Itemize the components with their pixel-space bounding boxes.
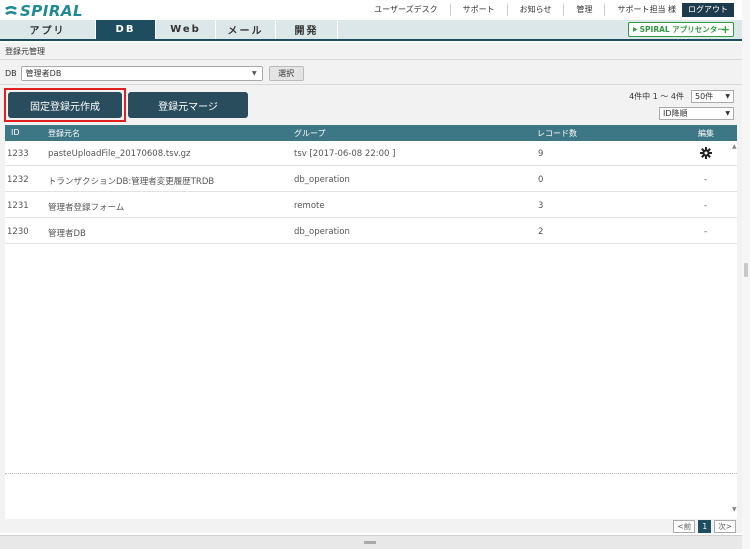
cell-id: 1230	[7, 227, 29, 237]
scroll-up-icon[interactable]: ▲	[732, 143, 737, 150]
cell-id: 1232	[7, 175, 29, 185]
window-scrollbar[interactable]	[742, 0, 750, 549]
table-row[interactable]: 1230 管理者DB db_operation 2 -	[5, 219, 737, 244]
source-table: ID 登録元名 グループ レコード数 編集 1233 pasteUploadFi…	[5, 125, 737, 519]
gear-icon[interactable]	[700, 147, 712, 159]
per-page-select[interactable]: 50件 ▼	[691, 90, 734, 103]
link-news[interactable]: お知らせ	[508, 4, 565, 16]
chevron-down-icon: ▼	[725, 93, 730, 100]
link-users-desk[interactable]: ユーザーズデスク	[362, 4, 451, 16]
logout-button[interactable]: ログアウト	[682, 3, 734, 17]
cell-name: 管理者DB	[48, 229, 86, 239]
cell-records: 2	[538, 227, 544, 237]
cell-group: tsv [2017-06-08 22:00 ]	[294, 149, 396, 159]
play-icon: ▶	[633, 26, 638, 33]
sort-value: ID降順	[663, 109, 688, 118]
db-label: DB	[5, 68, 17, 78]
tab-dev[interactable]: 開発	[276, 20, 338, 39]
col-name[interactable]: 登録元名	[48, 128, 80, 139]
cell-records: 0	[538, 175, 544, 185]
top-header: SPIRAL ユーザーズデスク サポート お知らせ 管理 サポート担当 様 ログ…	[0, 0, 742, 20]
result-count: 4件中 1 ～ 4件	[629, 92, 684, 101]
scroll-down-icon[interactable]: ▼	[732, 506, 737, 513]
appcenter-button[interactable]: ▶ SPIRAL アプリセンター +	[628, 22, 734, 37]
chevron-down-icon: ▼	[725, 110, 730, 117]
user-name: サポート担当 様	[617, 5, 676, 14]
table-row[interactable]: 1233 pasteUploadFile_20170608.tsv.gz tsv…	[5, 141, 737, 166]
cell-id: 1231	[7, 201, 29, 211]
cell-edit: -	[704, 201, 708, 211]
col-id[interactable]: ID	[11, 128, 20, 137]
spiral-logo[interactable]: SPIRAL	[4, 2, 83, 20]
sort-select[interactable]: ID降順 ▼	[659, 107, 734, 120]
link-support[interactable]: サポート	[451, 4, 508, 16]
cell-edit: -	[704, 175, 708, 185]
top-links: ユーザーズデスク サポート お知らせ 管理 サポート担当 様 ログアウト	[362, 3, 734, 17]
db-select[interactable]: 管理者DB ▼	[20, 65, 263, 81]
divider	[5, 473, 737, 474]
divider	[0, 59, 742, 60]
tab-app[interactable]: アプリ	[0, 20, 96, 39]
page-number-current[interactable]: 1	[698, 520, 712, 533]
main-nav: アプリ DB Web メール 開発 ▶ SPIRAL アプリセンター +	[0, 20, 742, 41]
select-button[interactable]: 選択	[268, 65, 304, 81]
cell-group: db_operation	[294, 227, 350, 237]
table-header: ID 登録元名 グループ レコード数 編集	[5, 125, 737, 141]
divider	[0, 84, 742, 85]
cell-edit: -	[704, 227, 708, 237]
page-content: 登録元管理 DB 管理者DB ▼ 選択 固定登録元作成 登録元マージ 4件中 1…	[0, 43, 742, 533]
cell-id: 1233	[7, 149, 29, 159]
prev-page-button[interactable]: <前	[673, 520, 696, 533]
tab-mail[interactable]: メール	[216, 20, 276, 39]
cell-records: 3	[538, 201, 544, 211]
table-scrollbar[interactable]: ▲ ▼	[732, 143, 741, 513]
scrollbar-thumb[interactable]	[744, 263, 748, 277]
tab-web[interactable]: Web	[156, 20, 216, 39]
spiral-logo-icon	[5, 6, 17, 15]
db-selector-row: DB 管理者DB ▼ 選択	[5, 65, 304, 81]
plus-icon: +	[720, 23, 730, 36]
col-edit: 編集	[698, 129, 714, 138]
cell-records: 9	[538, 149, 544, 159]
cell-group: db_operation	[294, 175, 350, 185]
resize-bar[interactable]	[0, 535, 742, 549]
link-admin[interactable]: 管理	[564, 4, 606, 16]
appcenter-label: SPIRAL アプリセンター	[639, 25, 725, 34]
page-title: 登録元管理	[5, 47, 45, 56]
chevron-down-icon: ▼	[252, 69, 257, 77]
cell-group: remote	[294, 201, 325, 211]
highlight-box	[4, 88, 126, 122]
grip-icon	[364, 541, 376, 544]
tab-db[interactable]: DB	[96, 20, 156, 39]
pagination: <前 1 次>	[673, 520, 736, 533]
col-group[interactable]: グループ	[294, 128, 326, 139]
source-merge-button[interactable]: 登録元マージ	[128, 92, 248, 118]
cell-name: トランザクションDB:管理者変更履歴TRDB	[48, 177, 215, 187]
table-row[interactable]: 1231 管理者登録フォーム remote 3 -	[5, 193, 737, 218]
per-page-value: 50件	[695, 92, 714, 101]
cell-name: 管理者登録フォーム	[48, 203, 125, 213]
logo-text: SPIRAL	[20, 2, 84, 20]
cell-name: pasteUploadFile_20170608.tsv.gz	[48, 149, 191, 159]
table-row[interactable]: 1232 トランザクションDB:管理者変更履歴TRDB db_operation…	[5, 167, 737, 192]
db-select-value: 管理者DB	[25, 68, 62, 78]
col-records[interactable]: レコード数	[537, 128, 577, 139]
next-page-button[interactable]: 次>	[714, 520, 736, 533]
